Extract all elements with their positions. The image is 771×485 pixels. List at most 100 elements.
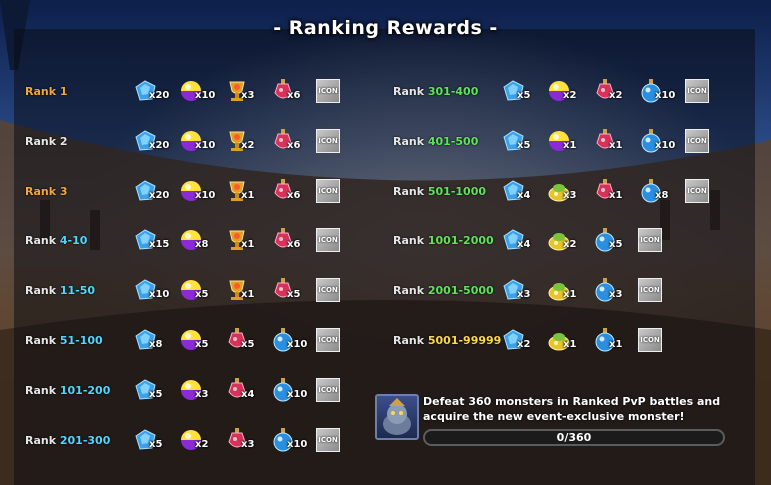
rank-range: 1001-2000 [427,234,494,248]
blue-crystal-icon[interactable]: x5 [132,377,162,403]
gold-coin-pouch-icon[interactable]: x1 [546,277,576,303]
reward-row: Rank 501-1000 x4 x3 x1 x8 ICON [0,177,771,207]
rank-range: 401-500 [427,134,479,148]
rank-label: Rank 501-1000 [393,185,486,198]
blue-potion-icon[interactable]: x3 [592,277,622,303]
rank-label: Rank 201-300 [25,434,110,447]
rank-label-text: Rank [393,284,428,298]
reward-quantity: x2 [609,90,623,101]
reward-quantity: x10 [655,90,676,101]
reward-quantity: x2 [563,239,577,251]
placeholder-icon[interactable]: ICON [316,377,340,402]
reward-row: Rank 1001-2000 x4 x2 x5 ICON [0,226,771,256]
blue-potion-icon[interactable]: x10 [638,128,675,154]
gold-coin-pouch-icon[interactable]: x3 [546,178,576,204]
reward-quantity: x5 [517,139,531,151]
purple-orb-icon[interactable]: x2 [178,427,208,453]
rank-label-text: Rank [393,184,428,198]
reward-quantity: x5 [149,388,163,400]
reward-quantity: x10 [287,388,308,400]
blue-potion-icon[interactable]: x8 [638,178,668,204]
purple-orb-icon[interactable]: x2 [546,78,576,104]
reward-quantity: x2 [563,90,577,101]
reward-quantity: x1 [563,139,577,151]
blue-crystal-icon[interactable]: x3 [500,277,530,303]
blue-potion-icon[interactable]: x10 [638,78,675,104]
reward-quantity: x4 [241,388,255,400]
rank-range: 2001-5000 [427,284,494,298]
rank-range: 201-300 [59,433,111,447]
red-potion-icon[interactable]: x4 [224,377,254,403]
placeholder-icon[interactable]: ICON [638,228,662,253]
mission-box: Defeat 360 monsters in Ranked PvP battle… [375,394,730,449]
mission-progress-bar: 0/360 [423,429,725,446]
reward-quantity: x2 [517,339,531,350]
rank-label: Rank 101-200 [25,384,110,397]
placeholder-icon[interactable]: ICON [316,427,340,452]
blue-crystal-icon[interactable]: x2 [500,327,530,353]
reward-quantity: x10 [287,438,308,450]
reward-quantity: x3 [609,289,623,301]
placeholder-icon[interactable]: ICON [685,79,709,103]
reward-quantity: x3 [195,388,209,400]
rank-label: Rank 5001-99999 [393,334,501,347]
monster-avatar-icon[interactable] [375,394,419,440]
reward-quantity: x3 [517,289,531,301]
placeholder-icon[interactable]: ICON [638,328,662,352]
blue-potion-icon[interactable]: x10 [270,427,307,453]
placeholder-icon[interactable]: ICON [685,178,709,203]
reward-quantity: x3 [241,438,255,450]
rank-range: 301-400 [427,85,479,98]
reward-quantity: x8 [655,189,669,201]
page-title: - Ranking Rewards - [273,17,498,39]
blue-crystal-icon[interactable]: x4 [500,178,530,204]
rank-label: Rank 2001-5000 [393,284,494,297]
purple-orb-icon[interactable]: x1 [546,128,576,154]
reward-quantity: x3 [563,189,577,201]
reward-quantity: x5 [149,438,163,450]
reward-quantity: x1 [563,339,577,350]
red-potion-icon[interactable]: x1 [592,128,622,154]
reward-quantity: x10 [655,139,676,151]
red-potion-icon[interactable]: x2 [592,78,622,104]
gold-coin-pouch-icon[interactable]: x1 [546,327,576,353]
rank-label-text: Rank [393,234,428,248]
reward-quantity: x2 [195,438,209,450]
mission-progress-text: 0/360 [556,431,592,444]
reward-row: Rank 301-400 x5 x2 x2 x10 ICON [0,77,771,107]
rank-label-text: Rank [25,433,60,447]
blue-potion-icon[interactable]: x5 [592,227,622,253]
rank-label-text: Rank [25,383,60,397]
blue-crystal-icon[interactable]: x5 [500,128,530,154]
reward-quantity: x1 [609,189,623,201]
reward-row: Rank 5001-99999 x2 x1 x1 ICON [0,326,771,356]
blue-potion-icon[interactable]: x10 [270,377,307,403]
placeholder-icon[interactable]: ICON [638,278,662,303]
reward-quantity: x5 [517,90,531,101]
blue-potion-icon[interactable]: x1 [592,327,622,353]
red-potion-icon[interactable]: x1 [592,178,622,204]
rank-label: Rank 1001-2000 [393,234,494,247]
red-potion-icon[interactable]: x3 [224,427,254,453]
rank-label-text: Rank [393,85,428,98]
placeholder-icon[interactable]: ICON [685,128,709,153]
blue-crystal-icon[interactable]: x5 [132,427,162,453]
reward-quantity: x5 [609,239,623,251]
reward-row: Rank 2001-5000 x3 x1 x3 ICON [0,276,771,306]
reward-quantity: x4 [517,189,531,201]
gold-coin-pouch-icon[interactable]: x2 [546,227,576,253]
rank-label: Rank 301-400 [393,85,478,98]
reward-row: Rank 401-500 x5 x1 x1 x10 ICON [0,127,771,157]
reward-quantity: x1 [609,339,623,350]
rank-range: 5001-99999 [427,334,502,347]
rank-label-text: Rank [393,334,428,347]
blue-crystal-icon[interactable]: x5 [500,78,530,104]
reward-quantity: x4 [517,239,531,251]
reward-quantity: x1 [563,289,577,301]
purple-orb-icon[interactable]: x3 [178,377,208,403]
rank-range: 501-1000 [427,184,487,198]
reward-quantity: x1 [609,139,623,151]
rank-label: Rank 401-500 [393,135,478,148]
blue-crystal-icon[interactable]: x4 [500,227,530,253]
mission-description: Defeat 360 monsters in Ranked PvP battle… [423,395,721,423]
